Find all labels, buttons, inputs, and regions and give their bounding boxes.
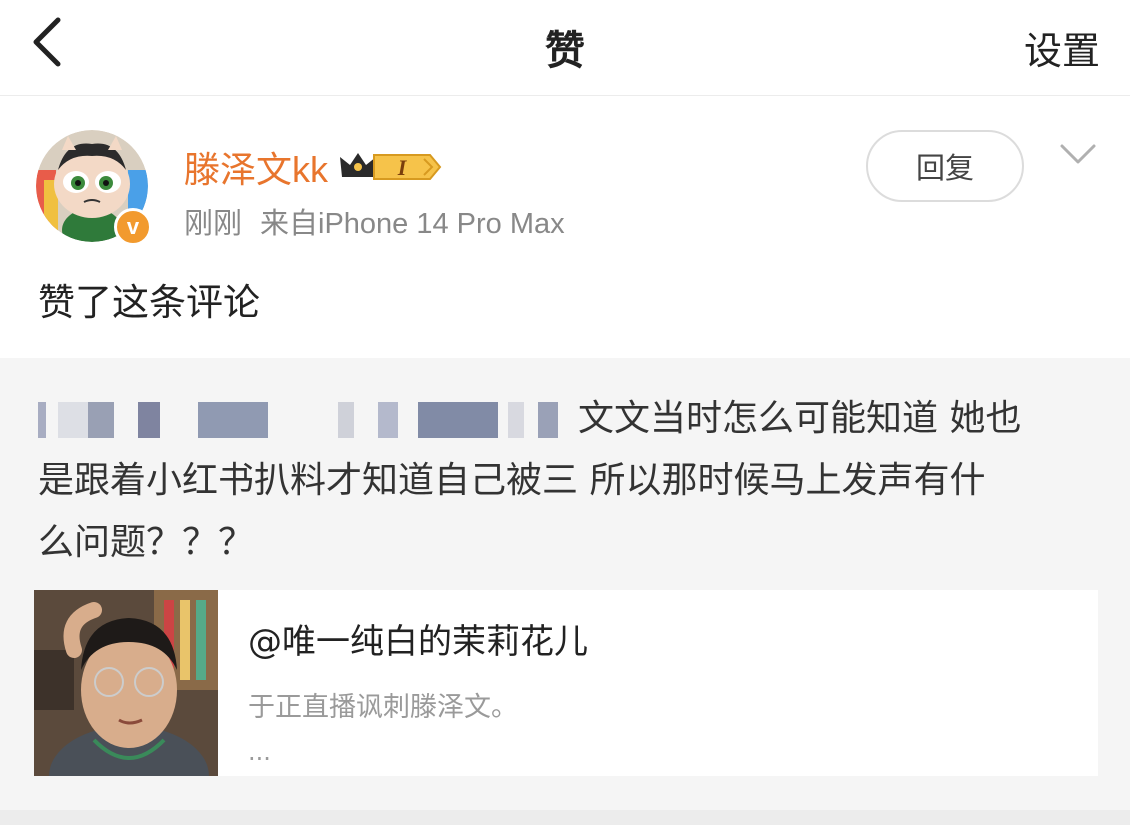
top-nav-bar: 赞 设置 bbox=[0, 0, 1130, 96]
blurred-username bbox=[38, 398, 578, 442]
verified-badge: v bbox=[114, 208, 152, 246]
username[interactable]: 滕泽文kk bbox=[184, 141, 328, 193]
settings-button[interactable]: 设置 bbox=[1024, 20, 1100, 75]
card-more: ... bbox=[248, 738, 271, 766]
crown-level-icon: I bbox=[340, 153, 442, 180]
reply-button[interactable]: 回复 bbox=[866, 130, 1024, 202]
post-source: 来自iPhone 14 Pro Max bbox=[260, 208, 565, 240]
avatar[interactable]: v bbox=[36, 130, 152, 246]
card-subtitle: 于正直播讽刺滕泽文。 bbox=[248, 692, 518, 723]
post-meta: 刚刚 来自iPhone 14 Pro Max bbox=[184, 200, 565, 242]
action-text: 赞了这条评论 bbox=[38, 281, 260, 324]
comment-line-1: 文文当时怎么可能知道 她也 bbox=[578, 398, 1022, 439]
username-row: 滕泽文kk I bbox=[184, 142, 442, 192]
liked-comment[interactable]: 文文当时怎么可能知道 她也 是跟着小红书扒料才知道自己被三 所以那时候马上发声有… bbox=[0, 358, 1130, 810]
linked-post-card[interactable]: @唯一纯白的茉莉花儿 于正直播讽刺滕泽文。 ... bbox=[34, 590, 1098, 776]
card-info: @唯一纯白的茉莉花儿 于正直播讽刺滕泽文。 ... bbox=[218, 590, 1098, 776]
comment-line-3: 么问题？？？ bbox=[38, 522, 255, 563]
chevron-down-icon[interactable] bbox=[1058, 140, 1098, 170]
post-thumbnail bbox=[34, 590, 218, 776]
post-time: 刚刚 bbox=[184, 208, 243, 240]
page-title: 赞 bbox=[545, 28, 585, 74]
comment-text: 文文当时怎么可能知道 她也 是跟着小红书扒料才知道自己被三 所以那时候马上发声有… bbox=[38, 388, 1098, 574]
comment-line-2: 是跟着小红书扒料才知道自己被三 所以那时候马上发声有什 bbox=[38, 460, 986, 501]
card-title[interactable]: @唯一纯白的茉莉花儿 bbox=[248, 614, 1098, 663]
bottom-divider bbox=[0, 810, 1130, 825]
svg-text:I: I bbox=[397, 155, 408, 180]
